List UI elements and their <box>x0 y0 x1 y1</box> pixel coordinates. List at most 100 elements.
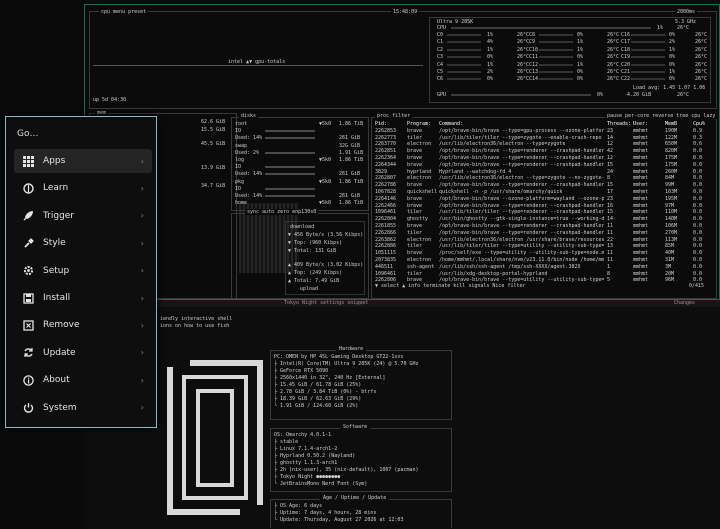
menu-item-update[interactable]: Update › <box>14 341 152 365</box>
process-cell: 2262773 <box>375 134 397 141</box>
proc-footer[interactable]: ▼ select ▲ info terminate kill signals N… <box>375 283 526 289</box>
process-cell: 0.0 <box>693 148 703 155</box>
process-row[interactable]: 2262786 brave/opt/brave-bin/brave --type=… <box>375 182 711 189</box>
cpu-core-cell: C0 <box>437 32 444 38</box>
disk-usage-bar <box>265 151 315 154</box>
menu-item-install[interactable]: Install › <box>14 286 152 310</box>
cpu-core-bar <box>631 48 665 51</box>
process-row[interactable]: 2263862 electron/usr/lib/electron36/elect… <box>375 237 711 244</box>
cpu-core-cell: 26°C <box>695 32 708 38</box>
process-cell: 2263862 <box>375 236 397 243</box>
palette-icon <box>22 237 34 249</box>
btop-window[interactable]: cpu menu preset 15:48:09 2000ms intel ▲▼… <box>84 4 720 300</box>
process-cell: /usr/bin/ghostty --gtk-single-instance=t… <box>439 216 604 223</box>
process-row[interactable]: 446511 ssh-agent/usr/lib/ssh/ssh-agent /t… <box>375 264 711 271</box>
process-row[interactable]: 2262866 tiler/opt/brave-bin/brave --type=… <box>375 230 711 237</box>
process-row[interactable]: 1067828 quickshell quickshell -n -p /usr/s… <box>375 189 711 196</box>
process-row[interactable]: 3829 hyprland Hyprland --watchdog-fd 4 24 mm… <box>375 169 711 176</box>
menu-item-trigger[interactable]: Trigger › <box>14 204 152 228</box>
process-column-header: User: <box>633 121 649 127</box>
disk-row: IO <box>235 186 363 193</box>
menu-item-system[interactable]: System › <box>14 396 152 420</box>
process-row[interactable]: 1096461 tiler/usr/lib/tiler/tiler --type=… <box>375 209 711 216</box>
disk-row: home ▼5k0 1.86 TiB <box>235 200 363 207</box>
process-cell: 110M <box>665 209 678 216</box>
disk-cell: ▼5k0 <box>319 178 332 185</box>
process-row[interactable]: 1096461 tiler/usr/lib/xdg-desktop-portal-… <box>375 271 711 278</box>
process-cell: 16 <box>607 202 614 209</box>
disk-row: root ▼5k0 1.86 TiB <box>235 121 363 128</box>
net-down-rate: ▼ 456 Byte/s (3.56 Kibps) <box>288 232 364 238</box>
process-cell: 8 <box>607 175 611 182</box>
cpu-core-list: C0 1% 26°C C8 0% 26°C C16 0% 26°C C1 4% 26°C C9 1% 26°… <box>437 32 708 84</box>
chevron-right-icon: › <box>140 238 144 248</box>
process-row[interactable]: 2264146 brave/opt/brave-bin/brave --ozone… <box>375 196 711 203</box>
process-row[interactable]: 2262773 tiler/usr/lib/tiler/tiler --type=… <box>375 135 711 142</box>
process-cell: brave <box>407 222 423 229</box>
chevron-right-icon: › <box>140 403 144 413</box>
process-cell: 1067828 <box>375 188 397 195</box>
process-row[interactable]: 2262853 brave/opt/brave-bin/brave --type=… <box>375 128 711 135</box>
proc-options[interactable]: pause per-core reverse tree cpu lazy <box>605 113 718 119</box>
process-cell: tiler <box>407 229 423 236</box>
process-cell: 0.0 <box>693 263 703 270</box>
disk-cell: Used: 14% <box>235 135 263 142</box>
process-cell: 15 <box>607 209 614 216</box>
menu-title: Go… <box>17 129 39 139</box>
process-row[interactable]: 2261855 brave/opt/brave-bin/brave --type=… <box>375 223 711 230</box>
process-row[interactable]: 1051115 brave/proc/self/exe --type=utilit… <box>375 250 711 257</box>
disk-cell: 261 GiB <box>339 171 361 178</box>
process-cell: 0.0 <box>693 195 703 202</box>
process-row[interactable]: 2262804 ghostty/usr/bin/ghostty --gtk-sin… <box>375 216 711 223</box>
process-cell: 2264344 <box>375 161 397 168</box>
cpu-core-row: C1 4% 26°C C9 1% 26°C C17 2% 26°C <box>437 39 707 46</box>
uptime-label: up 5d 04:30 <box>93 97 127 103</box>
disk-cell: 1.86 TiB <box>339 200 364 207</box>
process-table[interactable]: Pid: Program: Command: Threads: User: MemB Cpu… <box>375 121 711 284</box>
cpu-core-cell: 26°C <box>695 76 708 83</box>
process-cell: 11 <box>607 229 614 236</box>
process-cell: 23 <box>607 195 614 202</box>
process-cell: 99M <box>665 182 675 189</box>
chevron-right-icon: › <box>140 293 144 303</box>
btop-header-left[interactable]: cpu menu preset <box>99 9 149 15</box>
launcher-menu[interactable]: Go… Apps › Learn › Trigger › Style › Setup › Insta… <box>5 116 157 428</box>
process-row[interactable]: 2263770 electron/usr/lib/electron36/elect… <box>375 141 711 148</box>
process-cell: 0.0 <box>693 175 703 182</box>
net-header[interactable]: sync auto zero enp130s0 <box>245 209 319 215</box>
process-cell: /usr/lib/xdg-desktop-portal-hyprland <box>439 270 548 277</box>
process-cell: 175M <box>665 154 678 161</box>
process-row[interactable]: 2073835 electron/home/mmhmt/.local/share/… <box>375 257 711 264</box>
cpu-core-cell: C14 <box>529 76 539 83</box>
process-cell: mmhmt <box>633 148 649 155</box>
menu-item-remove[interactable]: Remove › <box>14 313 152 337</box>
process-row[interactable]: 2262851 brave/opt/brave-bin/brave --type=… <box>375 148 711 155</box>
cpu-core-cell: C20 <box>621 61 631 68</box>
process-row[interactable]: 2262886 tiler/usr/lib/tiler/tiler --type=… <box>375 243 711 250</box>
process-cell: mmhmt <box>633 236 649 243</box>
process-cell: 0.0 <box>693 188 703 195</box>
hardware-line: ├ 2560x1440 in 32", 240 Hz [External] <box>274 375 386 381</box>
process-cell: 14 <box>607 216 614 223</box>
process-row[interactable]: 2262807 electron/usr/lib/electron36/elect… <box>375 175 711 182</box>
process-cell: 190M <box>665 127 678 134</box>
cpu-core-cell: C11 <box>529 54 539 61</box>
btop-update-rate[interactable]: 2000ms <box>675 9 698 15</box>
disk-cell: IO <box>235 128 242 135</box>
menu-item-learn[interactable]: Learn › <box>14 176 152 200</box>
menu-item-style[interactable]: Style › <box>14 231 152 255</box>
process-row[interactable]: 2262364 brave/opt/brave-bin/brave --type=… <box>375 155 711 162</box>
cpu-core-bar <box>447 48 481 51</box>
cpu-core-bar <box>447 34 481 36</box>
cpu-core-cell: 26°C <box>517 54 530 61</box>
disk-row: log ▼5k0 1.86 TiB <box>235 157 363 164</box>
menu-item-setup[interactable]: Setup › <box>14 259 152 283</box>
net-up-total: ▲ Total: 7.49 GiB <box>288 278 340 284</box>
process-cell: 2262807 <box>375 175 397 182</box>
process-cell: 31M <box>665 256 675 263</box>
process-row[interactable]: 2264344 brave/opt/brave-bin/brave --type=… <box>375 162 711 169</box>
process-row[interactable]: 2262466 brave/opt/brave-bin/brave --type=… <box>375 203 711 210</box>
proc-header[interactable]: proc filter <box>375 113 413 119</box>
menu-item-about[interactable]: About › <box>14 368 152 392</box>
menu-item-apps[interactable]: Apps › <box>14 149 152 173</box>
